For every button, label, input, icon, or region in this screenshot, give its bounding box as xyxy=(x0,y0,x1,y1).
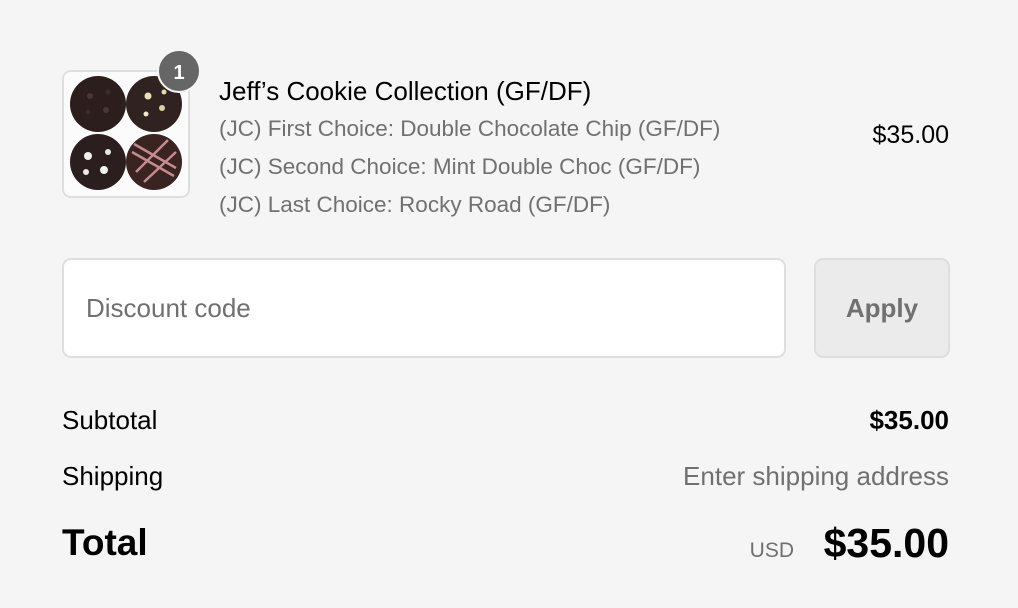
total-label: Total xyxy=(62,522,148,563)
product-title: Jeff’s Cookie Collection (GF/DF) xyxy=(219,76,592,106)
currency-code: USD xyxy=(749,539,794,562)
variant-second-choice: (JC) Second Choice: Mint Double Choc (GF… xyxy=(219,154,701,179)
shipping-label: Shipping xyxy=(62,461,164,491)
line-item-price: $35.00 xyxy=(872,121,949,149)
quantity-badge: 1 xyxy=(157,49,201,93)
order-summary-panel: 1 Jeff’s Cookie Collection (GF/DF) (JC) … xyxy=(0,0,1018,608)
apply-discount-button[interactable]: Apply xyxy=(814,258,950,358)
discount-code-input[interactable] xyxy=(62,258,786,358)
shipping-value: Enter shipping address xyxy=(683,461,949,491)
variant-first-choice: (JC) First Choice: Double Chocolate Chip… xyxy=(219,116,721,141)
subtotal-label: Subtotal xyxy=(62,405,158,435)
subtotal-value: $35.00 xyxy=(869,405,949,435)
total-value: $35.00 xyxy=(823,520,949,566)
variant-last-choice: (JC) Last Choice: Rocky Road (GF/DF) xyxy=(219,192,611,217)
